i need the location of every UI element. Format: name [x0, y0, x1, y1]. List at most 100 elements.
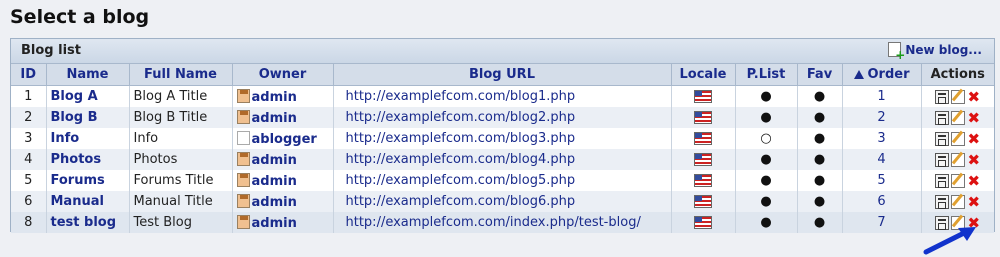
delete-icon[interactable]: ✖	[967, 194, 981, 209]
blog-url-link[interactable]: http://examplefcom.com/blog1.php	[338, 89, 576, 104]
col-order[interactable]: Order	[842, 64, 922, 86]
blog-name-link[interactable]: test blog	[51, 215, 117, 230]
delete-icon[interactable]: ✖	[967, 152, 981, 167]
us-flag-icon	[694, 195, 712, 208]
blog-url-link[interactable]: http://examplefcom.com/blog4.php	[338, 152, 576, 167]
table-row: 6 Manual Manual Title admin http://examplefc…	[11, 191, 994, 212]
plist-indicator[interactable]: ●	[760, 89, 771, 104]
row-actions: ✖	[926, 194, 991, 209]
blog-name-link[interactable]: Photos	[51, 152, 102, 167]
plist-indicator[interactable]: ●	[760, 152, 771, 167]
edit-icon[interactable]	[950, 131, 965, 146]
owner-link[interactable]: admin	[252, 195, 297, 210]
owner-link[interactable]: admin	[252, 153, 297, 168]
cell-id: 6	[11, 191, 47, 212]
row-actions: ✖	[926, 110, 991, 125]
panel-title: Blog list	[21, 43, 81, 58]
fav-indicator[interactable]: ●	[814, 110, 825, 125]
cell-order: 3	[842, 128, 922, 149]
new-blog-icon	[888, 42, 905, 62]
blog-url-link[interactable]: http://examplefcom.com/blog2.php	[338, 110, 576, 125]
edit-icon[interactable]	[950, 173, 965, 188]
fav-indicator[interactable]: ●	[814, 215, 825, 230]
owner-link[interactable]: admin	[252, 90, 297, 105]
edit-icon[interactable]	[950, 152, 965, 167]
col-name[interactable]: Name	[46, 64, 130, 86]
blog-url-link[interactable]: http://examplefcom.com/blog3.php	[338, 131, 576, 146]
cell-full-name: Photos	[129, 149, 233, 170]
delete-icon[interactable]: ✖	[967, 173, 981, 188]
col-full-name[interactable]: Full Name	[129, 64, 233, 86]
cell-full-name: Test Blog	[129, 212, 233, 233]
plist-indicator[interactable]: ●	[760, 173, 771, 188]
row-actions: ✖	[926, 131, 991, 146]
panel-header: Blog list New blog...	[11, 39, 994, 64]
col-order-label: Order	[867, 67, 910, 82]
col-locale[interactable]: Locale	[671, 64, 736, 86]
owner-link[interactable]: admin	[252, 111, 297, 126]
fav-indicator[interactable]: ●	[814, 194, 825, 209]
cell-full-name: Blog A Title	[129, 85, 233, 107]
user-avatar-icon	[236, 130, 250, 145]
properties-icon[interactable]	[934, 194, 949, 209]
properties-icon[interactable]	[934, 89, 949, 104]
cell-order: 1	[842, 85, 922, 107]
col-actions: Actions	[921, 64, 994, 86]
plist-indicator[interactable]: ●	[760, 215, 771, 230]
cell-id: 2	[11, 107, 47, 128]
cell-id: 5	[11, 170, 47, 191]
blog-name-link[interactable]: Info	[51, 131, 80, 146]
col-owner[interactable]: Owner	[232, 64, 334, 86]
blog-name-link[interactable]: Blog B	[51, 110, 98, 125]
us-flag-icon	[694, 132, 712, 145]
owner-link[interactable]: ablogger	[252, 132, 317, 147]
blog-name-link[interactable]: Forums	[51, 173, 105, 188]
us-flag-icon	[694, 90, 712, 103]
fav-indicator[interactable]: ●	[814, 89, 825, 104]
plist-indicator[interactable]: ○	[760, 131, 771, 146]
cell-order: 2	[842, 107, 922, 128]
user-avatar-icon	[236, 109, 250, 124]
cell-order: 7	[842, 212, 922, 233]
edit-icon[interactable]	[950, 89, 965, 104]
fav-indicator[interactable]: ●	[814, 131, 825, 146]
edit-icon[interactable]	[950, 110, 965, 125]
owner-link[interactable]: admin	[252, 174, 297, 189]
col-blog-url[interactable]: Blog URL	[333, 64, 672, 86]
user-avatar-icon	[236, 214, 250, 229]
table-row: 3 Info Info ablogger http://examplefcom.com/…	[11, 128, 994, 149]
properties-icon[interactable]	[934, 173, 949, 188]
cell-full-name: Blog B Title	[129, 107, 233, 128]
us-flag-icon	[694, 111, 712, 124]
annotation-arrow	[923, 227, 976, 255]
owner-link[interactable]: admin	[252, 216, 297, 231]
blog-name-link[interactable]: Blog A	[51, 89, 98, 104]
new-blog-label: New blog...	[905, 42, 982, 57]
col-id[interactable]: ID	[11, 64, 47, 86]
user-avatar-icon	[236, 172, 250, 187]
edit-icon[interactable]	[950, 194, 965, 209]
fav-indicator[interactable]: ●	[814, 173, 825, 188]
cell-order: 5	[842, 170, 922, 191]
fav-indicator[interactable]: ●	[814, 152, 825, 167]
delete-icon[interactable]: ✖	[967, 110, 981, 125]
properties-icon[interactable]	[934, 131, 949, 146]
plist-indicator[interactable]: ●	[760, 194, 771, 209]
properties-icon[interactable]	[934, 152, 949, 167]
blog-url-link[interactable]: http://examplefcom.com/blog6.php	[338, 194, 576, 209]
delete-icon[interactable]: ✖	[967, 89, 981, 104]
col-fav[interactable]: Fav	[797, 64, 843, 86]
blog-url-link[interactable]: http://examplefcom.com/index.php/test-bl…	[338, 215, 641, 230]
plist-indicator[interactable]: ●	[760, 110, 771, 125]
cell-full-name: Manual Title	[129, 191, 233, 212]
blog-url-link[interactable]: http://examplefcom.com/blog5.php	[338, 173, 576, 188]
new-blog-link[interactable]: New blog...	[888, 42, 982, 62]
properties-icon[interactable]	[934, 110, 949, 125]
delete-icon[interactable]: ✖	[967, 131, 981, 146]
col-plist[interactable]: P.List	[735, 64, 798, 86]
us-flag-icon	[694, 174, 712, 187]
row-actions: ✖	[926, 152, 991, 167]
cell-order: 4	[842, 149, 922, 170]
us-flag-icon	[694, 153, 712, 166]
blog-name-link[interactable]: Manual	[51, 194, 104, 209]
